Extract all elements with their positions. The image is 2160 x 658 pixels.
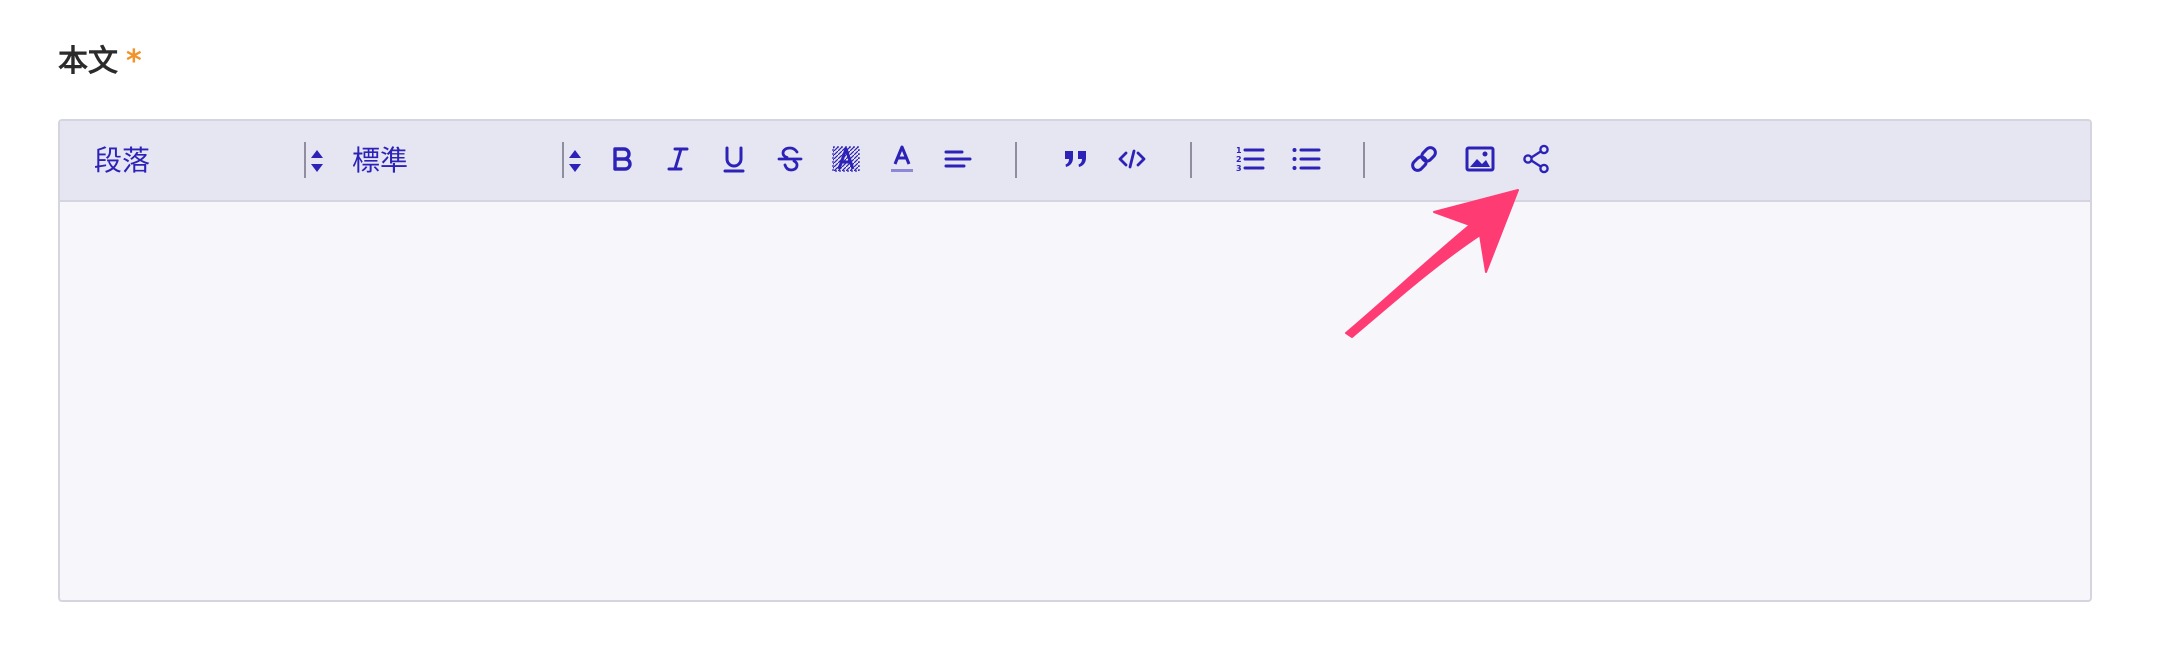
toolbar-divider: [1363, 142, 1365, 178]
link-icon: [1411, 146, 1437, 172]
highlight-button[interactable]: [824, 137, 868, 181]
rich-text-editor: 段落 標準 1 2 3: [58, 119, 2092, 602]
select-arrows-icon: [568, 149, 582, 173]
share-embed-button[interactable]: [1514, 137, 1558, 181]
toolbar-divider: [1015, 142, 1017, 178]
toolbar-divider: [1190, 142, 1192, 178]
size-select-value: 標準: [352, 144, 409, 177]
required-mark: *: [126, 44, 142, 79]
select-arrows-icon: [310, 149, 324, 173]
paragraph-select-value: 段落: [94, 144, 151, 177]
ordered-list-icon: 1 2 3: [1236, 146, 1265, 173]
align-button[interactable]: [936, 137, 980, 181]
strikethrough-icon: [777, 146, 803, 172]
underline-icon: [723, 146, 745, 173]
ordered-list-button[interactable]: 1 2 3: [1228, 137, 1272, 181]
image-button[interactable]: [1458, 137, 1502, 181]
code-button[interactable]: [1110, 137, 1154, 181]
toolbar-divider: [304, 142, 306, 178]
bold-icon: [613, 147, 632, 171]
paragraph-select[interactable]: 段落: [94, 141, 324, 181]
text-color-icon: [891, 145, 913, 172]
bold-button[interactable]: [600, 137, 644, 181]
editor-content-area[interactable]: [60, 202, 2090, 600]
italic-icon: [667, 147, 689, 171]
field-label: 本文 *: [58, 42, 142, 82]
toolbar-divider: [562, 142, 564, 178]
strikethrough-button[interactable]: [768, 137, 812, 181]
field-label-text: 本文: [58, 44, 118, 79]
highlight-icon: [832, 146, 860, 172]
link-button[interactable]: [1402, 137, 1446, 181]
svg-text:1: 1: [1236, 146, 1242, 155]
code-icon: [1118, 149, 1146, 169]
underline-button[interactable]: [712, 137, 756, 181]
bullet-list-button[interactable]: [1284, 137, 1328, 181]
image-icon: [1465, 146, 1495, 172]
bullet-list-icon: [1292, 148, 1321, 170]
svg-text:3: 3: [1236, 164, 1242, 173]
share-icon: [1523, 144, 1549, 174]
text-color-button[interactable]: [880, 137, 924, 181]
size-select[interactable]: 標準: [352, 141, 582, 181]
editor-toolbar: 段落 標準 1 2 3: [60, 121, 2090, 202]
quote-icon: [1065, 151, 1086, 167]
italic-button[interactable]: [656, 137, 700, 181]
svg-text:2: 2: [1236, 155, 1242, 164]
align-left-icon: [944, 150, 972, 168]
blockquote-button[interactable]: [1054, 137, 1098, 181]
